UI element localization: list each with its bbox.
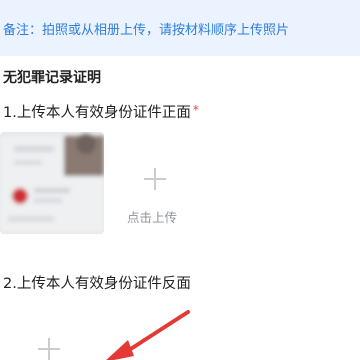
id-card-photo-image (0, 132, 104, 234)
item-1-label: 1.上传本人有效身份证件正面 * (3, 101, 199, 122)
required-mark: * (192, 103, 199, 117)
item-2-label: 2.上传本人有效身份证件反面 (3, 276, 191, 292)
plus-icon (144, 168, 166, 190)
upload-back-button[interactable] (36, 334, 62, 360)
item-1-label-text: 1.上传本人有效身份证件正面 (3, 105, 191, 121)
upload-button-label: 点击上传 (127, 210, 178, 225)
notice-text: 备注：拍照或从相册上传，请按材料顺序上传照片 (3, 23, 290, 38)
upload-form-page: 备注：拍照或从相册上传，请按材料顺序上传照片 无犯罪记录证明 1.上传本人有效身… (0, 0, 360, 360)
uploaded-id-photo-thumbnail[interactable] (0, 132, 104, 234)
plus-icon (38, 338, 60, 360)
section-title: 无犯罪记录证明 (3, 70, 101, 86)
upload-front-button[interactable]: 点击上传 (118, 138, 198, 230)
notice-banner: 备注：拍照或从相册上传，请按材料顺序上传照片 (0, 0, 360, 56)
